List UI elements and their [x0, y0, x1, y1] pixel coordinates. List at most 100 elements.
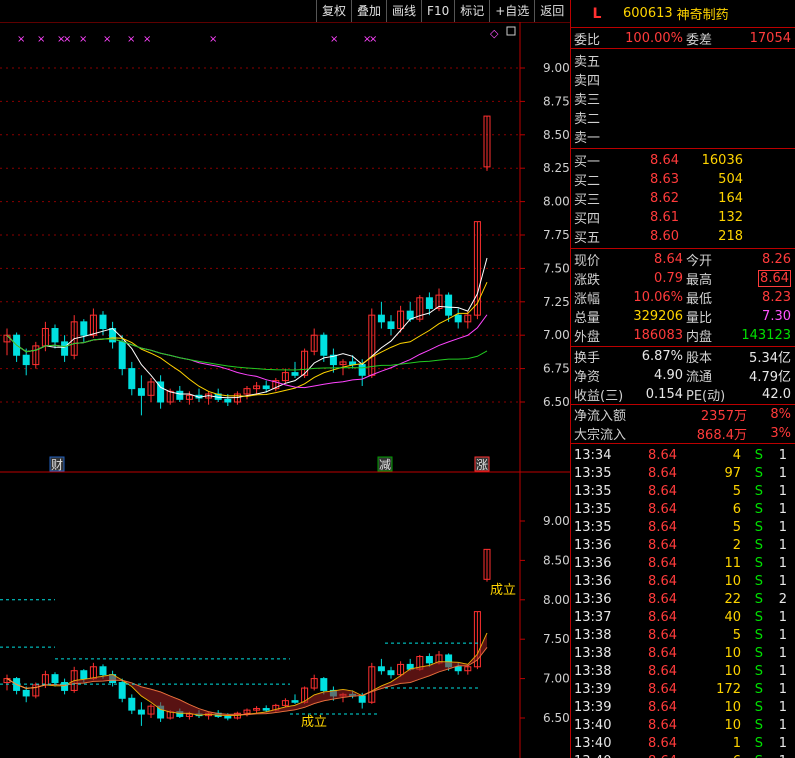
toolbar-button[interactable]: 返回 [534, 0, 569, 22]
lower-candle [291, 700, 299, 703]
lower-candle [80, 670, 88, 680]
lower-axis-label: 9.00 [543, 514, 570, 528]
finance-label: 净资 [574, 370, 601, 385]
tick-row: 13:39 8.64 172 S 1 [571, 680, 795, 698]
lower-candle [224, 715, 232, 719]
lower-candle [387, 670, 395, 676]
finance-label: 流通 [686, 370, 713, 385]
tick-time: 13:37 [574, 609, 612, 625]
quote-value-text: 7.30 [762, 309, 791, 324]
tick-count: 1 [778, 465, 787, 481]
tick-price: 8.64 [648, 447, 677, 463]
finance-label: PE(动) [686, 389, 726, 404]
tick-price: 8.64 [648, 483, 677, 499]
tick-row: 13:408.646S1 [571, 752, 795, 758]
ma5-line [6, 257, 488, 399]
tick-volume: 10 [724, 717, 741, 733]
sell-level-label: 卖二 [574, 112, 601, 127]
buy-orders: 买一 8.64 16036 买二 8.63 504 买三 8.62 164 买四 8.61 132 买五… [571, 149, 795, 249]
toolbar-button[interactable]: 画线 [386, 0, 421, 22]
candlestick-chart[interactable]: 9.00 8.75 8.50 8.25 8.00 7.75 7.50 7.25 7.00 6.75… [0, 22, 570, 758]
quote-value: 0.79 [654, 271, 683, 286]
candle [291, 372, 299, 376]
lower-axis-label: 8.00 [543, 593, 570, 607]
weicha-value: 17054 [749, 30, 791, 46]
quote-label: 外盘 [574, 330, 601, 345]
finance-value: 42.0 [762, 387, 791, 402]
quote-label: 量比 [686, 311, 713, 326]
quote-label: 涨幅 [574, 292, 601, 307]
tick-count: 1 [778, 519, 787, 535]
candle [118, 341, 126, 370]
tick-side: S [754, 609, 763, 625]
sell-level-label: 卖一 [574, 131, 601, 146]
tick-price: 8.64 [648, 591, 677, 607]
tick-side: S [754, 501, 763, 517]
tick-time: 13:35 [574, 465, 612, 481]
weibi-row: 委比 100.00% 委差 17054 [571, 28, 795, 49]
toolbar-button[interactable]: 叠加 [351, 0, 386, 22]
tick-volume: 6 [732, 501, 741, 517]
tick-time: 13:38 [574, 645, 612, 661]
tick-time: 13:40 [574, 717, 612, 733]
tick-row: 13:36 8.64 10 S 1 [571, 572, 795, 590]
toolbar-button[interactable]: +自选 [489, 0, 534, 22]
finance-label: 换手 [574, 351, 601, 366]
lower-candle [118, 682, 126, 699]
tick-row: 13:34 8.64 4 S 1 [571, 446, 795, 464]
tick-volume: 10 [724, 573, 741, 589]
sell-level-row: 卖五 [571, 51, 795, 70]
upper-axis-label: 8.75 [543, 94, 570, 108]
weibi-label: 委比 [574, 32, 601, 48]
finance-label: 收益(三) [574, 389, 624, 404]
quote-value-text: 143123 [741, 328, 791, 343]
square-icon [506, 26, 516, 36]
stock-header: L 600613 神奇制药 [571, 0, 795, 28]
finance-value: 4.79亿 [749, 370, 791, 385]
signal-marker: × [209, 34, 217, 45]
tick-volume: 172 [716, 681, 741, 697]
buy-level-price: 8.60 [650, 229, 679, 244]
tick-row: 13:40 8.64 10 S 1 [571, 716, 795, 734]
tick-volume: 5 [732, 627, 741, 643]
tick-count: 1 [778, 483, 787, 499]
lower-candle [425, 656, 433, 664]
buy-level-price: 8.61 [650, 210, 679, 225]
quote-value: 10.06% [633, 290, 683, 305]
signal-marker: × [103, 34, 111, 45]
tick-price: 8.64 [648, 699, 677, 715]
stock-code: 600613 [623, 6, 673, 21]
upper-axis-label: 8.25 [543, 161, 570, 175]
quote-value: 143123 [717, 328, 791, 343]
buy-level-volume: 16036 [701, 153, 743, 168]
tick-time: 13:39 [574, 699, 612, 715]
tick-price: 8.64 [648, 735, 677, 751]
candle [358, 364, 366, 376]
toolbar-button[interactable]: 标记 [454, 0, 489, 22]
buy-level-row: 买四 8.61 132 [571, 208, 795, 227]
ribbon-fill [7, 633, 487, 716]
quote-label: 今开 [686, 254, 713, 269]
buy-level-volume: 218 [718, 229, 743, 244]
quote-value: 329206 [633, 309, 683, 324]
tick-volume: 40 [724, 609, 741, 625]
lower-axis-label: 8.50 [543, 553, 570, 567]
tick-price: 8.64 [648, 573, 677, 589]
upper-axis-label: 6.75 [543, 362, 570, 376]
weicha-label: 委差 [686, 32, 713, 48]
tick-list[interactable]: 13:34 8.64 4 S 1 13:35 8.64 97 S 1 13:35 8.64 5 S 1 13:… [571, 444, 795, 758]
fund-flow: 净流入额 2357万 8% 大宗流入 868.4万 3% [571, 405, 795, 444]
tick-volume: 5 [732, 483, 741, 499]
tick-price: 8.64 [648, 663, 677, 679]
upper-axis-label: 6.50 [543, 395, 570, 409]
tick-side: S [754, 735, 763, 751]
toolbar-button[interactable]: 复权 [316, 0, 351, 22]
sell-orders: 卖五 卖四 卖三 卖二 卖一 [571, 49, 795, 149]
toolbar-button[interactable]: F10 [421, 0, 454, 22]
tick-side: S [754, 465, 763, 481]
quote-row: 现价 8.64 今开 8.26 [571, 250, 795, 269]
signal-label: 成立 [490, 583, 516, 598]
finance-value: 6.87% [641, 349, 683, 364]
tick-side: S [754, 645, 763, 661]
quote-label: 涨跌 [574, 273, 601, 288]
